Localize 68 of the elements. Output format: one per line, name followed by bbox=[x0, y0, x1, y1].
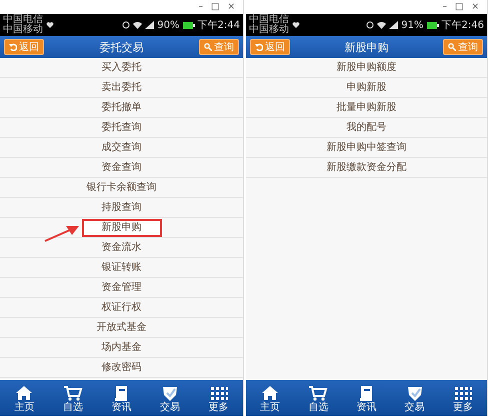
battery-percentage: 90% bbox=[157, 20, 180, 30]
annotation-arrow bbox=[44, 224, 80, 242]
window-control-button[interactable]: × bbox=[227, 2, 235, 12]
nav-tab[interactable]: 更多 bbox=[208, 384, 229, 412]
signal-icon bbox=[389, 21, 398, 29]
menu-item[interactable]: 权证行权 bbox=[0, 298, 243, 318]
menu-item[interactable]: 开放式基金 bbox=[0, 318, 243, 338]
menu-item[interactable]: 新股申购中签查询 bbox=[246, 138, 487, 158]
menu-item[interactable]: 场内基金 bbox=[0, 338, 243, 358]
nav-tab[interactable]: 交易 bbox=[160, 384, 180, 412]
menu-item[interactable]: 买入委托 bbox=[0, 58, 243, 78]
alarm-icon bbox=[366, 21, 374, 29]
page-title: 委托交易 bbox=[100, 40, 144, 54]
alarm-icon bbox=[122, 21, 130, 29]
menu-item[interactable]: 修改密码 bbox=[0, 358, 243, 378]
carrier-name: 中国移动 bbox=[3, 25, 43, 35]
menu-item[interactable]: 我的配号 bbox=[246, 118, 487, 138]
carrier-name: 中国电信 bbox=[249, 15, 289, 25]
carrier-name: 中国电信 bbox=[3, 15, 43, 25]
nav-tab[interactable]: 资讯 bbox=[111, 384, 132, 412]
window-control-button[interactable]: × bbox=[471, 2, 479, 12]
cart-icon bbox=[308, 384, 328, 402]
cart-icon bbox=[62, 384, 83, 402]
search-icon bbox=[204, 43, 212, 51]
nav-tab[interactable]: 资讯 bbox=[356, 384, 376, 412]
search-icon bbox=[448, 43, 456, 51]
menu-item[interactable]: 银行卡余额查询 bbox=[0, 178, 243, 198]
menu-item[interactable]: 新股申购 bbox=[0, 218, 243, 238]
undo-icon bbox=[255, 43, 263, 51]
battery-percentage: 91% bbox=[401, 20, 424, 30]
nav-tab[interactable]: 自选 bbox=[308, 384, 328, 412]
battery-icon bbox=[182, 22, 195, 28]
menu-item[interactable]: 批量申购新股 bbox=[246, 98, 487, 118]
menu-item[interactable]: 申购新股 bbox=[246, 78, 487, 98]
window-control-button[interactable]: □ bbox=[210, 2, 220, 12]
home-icon bbox=[260, 384, 280, 402]
page-title: 新股申购 bbox=[344, 40, 388, 54]
signal-icon bbox=[145, 21, 154, 29]
heart-icon bbox=[46, 21, 54, 29]
nav-tab[interactable]: 更多 bbox=[452, 384, 473, 412]
window-control-button[interactable]: – bbox=[198, 2, 203, 12]
nav-tab[interactable]: 主页 bbox=[14, 384, 34, 412]
menu-item[interactable]: 委托撤单 bbox=[0, 98, 243, 118]
menu-item[interactable]: 资金管理 bbox=[0, 278, 243, 298]
menu-item[interactable]: 资金查询 bbox=[0, 158, 243, 178]
nav-tab[interactable]: 主页 bbox=[260, 384, 280, 412]
carrier-name: 中国移动 bbox=[249, 25, 289, 35]
menu-item[interactable]: 资金流水 bbox=[0, 238, 243, 258]
clock-time: 下午2:44 bbox=[198, 19, 240, 32]
nav-tab[interactable]: 自选 bbox=[62, 384, 83, 412]
menu-item[interactable]: 卖出委托 bbox=[0, 78, 243, 98]
home-icon bbox=[14, 384, 34, 402]
menu-item[interactable]: 持股查询 bbox=[0, 198, 243, 218]
battery-icon bbox=[426, 22, 439, 28]
menu-item[interactable]: 新股缴款资金分配 bbox=[246, 158, 487, 178]
menu-item[interactable]: 银证转账 bbox=[0, 258, 243, 278]
undo-icon bbox=[9, 43, 17, 51]
nav-tab[interactable]: 交易 bbox=[404, 384, 425, 412]
wifi-icon bbox=[377, 21, 386, 29]
wifi-icon bbox=[133, 21, 142, 29]
window-control-button[interactable]: □ bbox=[454, 2, 464, 12]
menu-item[interactable]: 成交查询 bbox=[0, 138, 243, 158]
window-control-button[interactable]: – bbox=[442, 2, 447, 12]
highlight-box: 新股申购 bbox=[82, 218, 162, 236]
clock-time: 下午2:46 bbox=[442, 19, 484, 32]
heart-icon bbox=[292, 21, 300, 29]
menu-item[interactable]: 新股申购额度 bbox=[246, 58, 487, 78]
menu-item[interactable]: 委托查询 bbox=[0, 118, 243, 138]
